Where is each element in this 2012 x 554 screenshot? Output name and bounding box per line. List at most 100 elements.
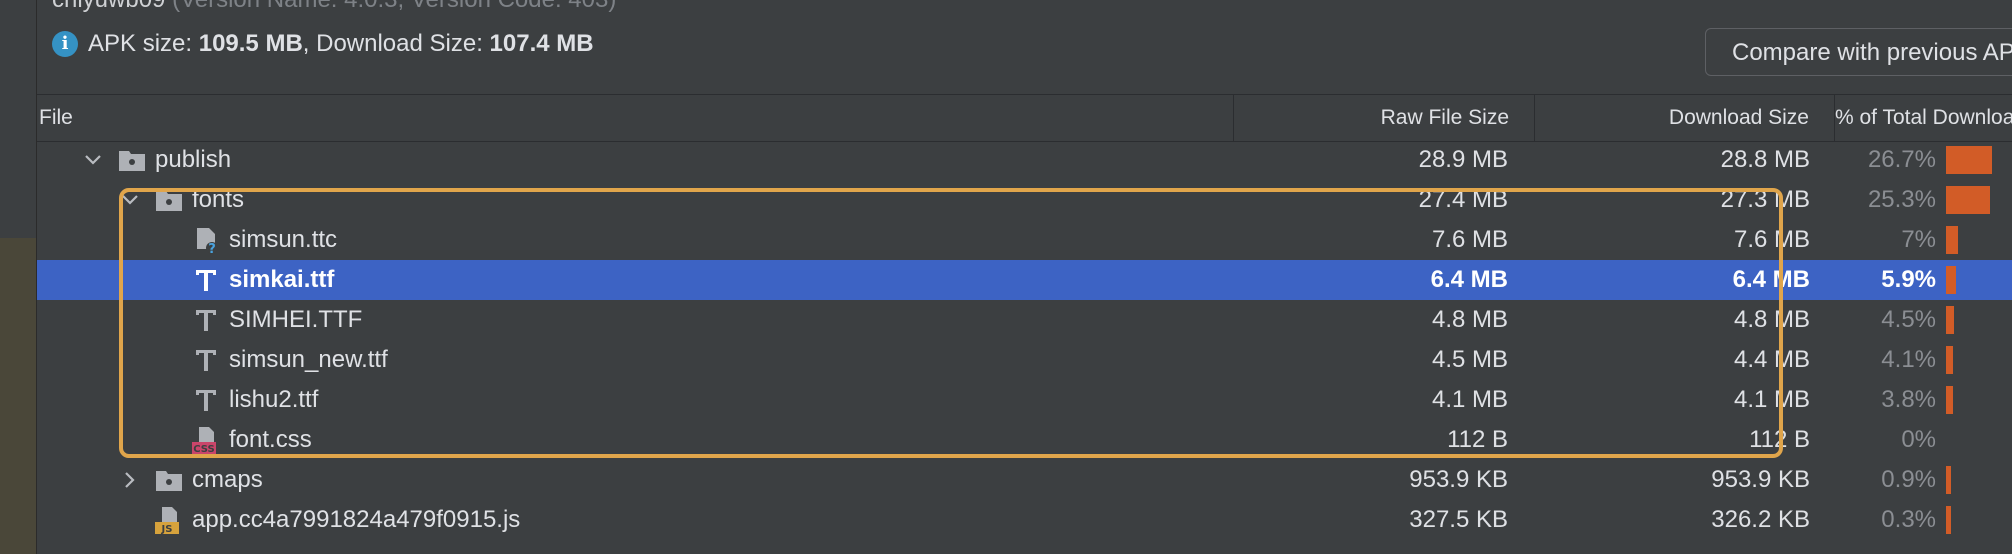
- compare-with-previous-button[interactable]: Compare with previous APK...: [1705, 28, 2012, 76]
- svg-text:CSS: CSS: [193, 444, 214, 455]
- table-header: File Raw File Size Download Size % of To…: [37, 94, 2012, 142]
- font-file-icon: [191, 305, 221, 335]
- raw-file-size: 7.6 MB: [1431, 226, 1508, 253]
- font-file-icon: [191, 385, 221, 415]
- raw-file-size: 953.9 KB: [1409, 466, 1508, 493]
- apk-name: chiyuwb09: [52, 0, 165, 13]
- file-name-cell: CSS font.css: [155, 420, 312, 460]
- apk-size-summary: i APK size: 109.5 MB , Download Size: 10…: [52, 28, 594, 60]
- table-row[interactable]: ? simsun.ttc 7.6 MB 7.6 MB 7%: [37, 220, 2012, 260]
- download-size: 4.8 MB: [1733, 306, 1810, 333]
- percent-of-total: 26.7%: [1867, 146, 1936, 173]
- folder-icon: [154, 465, 184, 495]
- file-name: simsun.ttc: [229, 226, 338, 253]
- raw-file-size: 112 B: [1447, 426, 1508, 453]
- percent-of-total: 4.1%: [1881, 346, 1936, 373]
- column-header-raw-size[interactable]: Raw File Size: [1237, 95, 1509, 141]
- apk-analyzer-panel: chiyuwb09 (Version Name: 4.0.3, Version …: [37, 0, 2012, 554]
- file-name: publish: [155, 146, 232, 173]
- table-row[interactable]: simsun_new.ttf 4.5 MB 4.4 MB 4.1%: [37, 340, 2012, 380]
- unknown-file-icon: ?: [191, 225, 221, 257]
- download-size: 953.9 KB: [1711, 466, 1810, 493]
- raw-file-size: 327.5 KB: [1409, 506, 1508, 533]
- size-share-bar: [1946, 186, 1990, 214]
- file-name-cell: lishu2.ttf: [155, 380, 318, 420]
- file-name: simkai.ttf: [229, 266, 335, 293]
- size-share-bar: [1946, 266, 1956, 294]
- raw-file-size: 27.4 MB: [1418, 186, 1508, 213]
- download-size-label: , Download Size:: [302, 30, 490, 57]
- chevron-down-icon[interactable]: [118, 193, 142, 207]
- file-name-cell: simkai.ttf: [155, 260, 334, 300]
- table-row[interactable]: JS app.cc4a7991824a479f0915.js 327.5 KB 326…: [37, 500, 2012, 540]
- size-share-bar: [1946, 346, 1953, 374]
- chevron-right-icon[interactable]: [118, 470, 142, 490]
- table-row[interactable]: SIMHEI.TTF 4.8 MB 4.8 MB 4.5%: [37, 300, 2012, 340]
- percent-of-total: 0%: [1901, 426, 1936, 453]
- chevron-down-icon[interactable]: [81, 153, 105, 167]
- size-share-bar: [1946, 146, 1992, 174]
- size-share-bar: [1946, 226, 1958, 254]
- raw-file-size: 4.1 MB: [1431, 386, 1508, 413]
- folder-icon: [117, 145, 147, 175]
- file-name-cell: SIMHEI.TTF: [155, 300, 362, 340]
- file-name-cell: cmaps: [118, 460, 263, 500]
- svg-text:?: ?: [208, 242, 216, 255]
- raw-file-size: 4.8 MB: [1431, 306, 1508, 333]
- size-share-bar: [1946, 386, 1953, 414]
- table-row[interactable]: CSS font.css 112 B 112 B 0%: [37, 420, 2012, 460]
- raw-file-size: 4.5 MB: [1431, 346, 1508, 373]
- file-name-cell: simsun_new.ttf: [155, 340, 388, 380]
- table-row[interactable]: cmaps 953.9 KB 953.9 KB 0.9%: [37, 460, 2012, 500]
- apk-title: chiyuwb09 (Version Name: 4.0.3, Version …: [52, 0, 616, 14]
- font-file-icon: [191, 345, 221, 375]
- column-separator[interactable]: [1233, 95, 1234, 141]
- percent-of-total: 5.9%: [1881, 266, 1936, 293]
- css-file-icon: CSS: [191, 425, 221, 455]
- percent-of-total: 0.3%: [1881, 506, 1936, 533]
- percent-of-total: 4.5%: [1881, 306, 1936, 333]
- file-name: cmaps: [192, 466, 263, 493]
- download-size-value: 107.4 MB: [489, 30, 594, 57]
- download-size: 7.6 MB: [1733, 226, 1810, 253]
- apk-size-value: 109.5 MB: [198, 30, 303, 57]
- apk-version-info: (Version Name: 4.0.3, Version Code: 403): [172, 0, 616, 13]
- file-name: SIMHEI.TTF: [229, 306, 363, 333]
- raw-file-size: 28.9 MB: [1418, 146, 1508, 173]
- table-row[interactable]: simkai.ttf 6.4 MB 6.4 MB 5.9%: [37, 260, 2012, 300]
- percent-of-total: 3.8%: [1881, 386, 1936, 413]
- percent-of-total: 0.9%: [1881, 466, 1936, 493]
- column-header-file[interactable]: File: [39, 95, 939, 141]
- file-name: lishu2.ttf: [229, 386, 319, 413]
- size-share-bar: [1946, 466, 1951, 494]
- font-file-icon: [191, 265, 221, 295]
- percent-of-total: 7%: [1901, 226, 1936, 253]
- file-name-cell: fonts: [118, 180, 244, 220]
- file-name: app.cc4a7991824a479f0915.js: [192, 506, 521, 533]
- column-separator[interactable]: [1534, 95, 1535, 141]
- download-size: 4.1 MB: [1733, 386, 1810, 413]
- info-icon: i: [52, 31, 78, 57]
- file-name-cell: ? simsun.ttc: [155, 220, 337, 260]
- column-header-percent[interactable]: % of Total Download Size: [1835, 95, 2012, 141]
- download-size: 112 B: [1749, 426, 1810, 453]
- size-share-bar: [1946, 506, 1951, 534]
- table-row[interactable]: publish 28.9 MB 28.8 MB 26.7%: [37, 140, 2012, 180]
- file-name-cell: JS app.cc4a7991824a479f0915.js: [118, 500, 520, 540]
- percent-of-total: 25.3%: [1867, 186, 1936, 213]
- file-name: simsun_new.ttf: [229, 346, 388, 373]
- file-name: font.css: [229, 426, 312, 453]
- download-size: 4.4 MB: [1733, 346, 1810, 373]
- apk-size-label: APK size:: [88, 30, 199, 57]
- column-header-download-size[interactable]: Download Size: [1537, 95, 1809, 141]
- download-size: 326.2 KB: [1711, 506, 1810, 533]
- download-size: 28.8 MB: [1720, 146, 1810, 173]
- raw-file-size: 6.4 MB: [1430, 266, 1508, 293]
- folder-icon: [154, 185, 184, 215]
- size-share-bar: [1946, 306, 1954, 334]
- table-row[interactable]: fonts 27.4 MB 27.3 MB 25.3%: [37, 180, 2012, 220]
- js-file-icon: JS: [154, 505, 184, 535]
- table-row[interactable]: lishu2.ttf 4.1 MB 4.1 MB 3.8%: [37, 380, 2012, 420]
- download-size: 6.4 MB: [1732, 266, 1810, 293]
- svg-text:JS: JS: [161, 524, 173, 535]
